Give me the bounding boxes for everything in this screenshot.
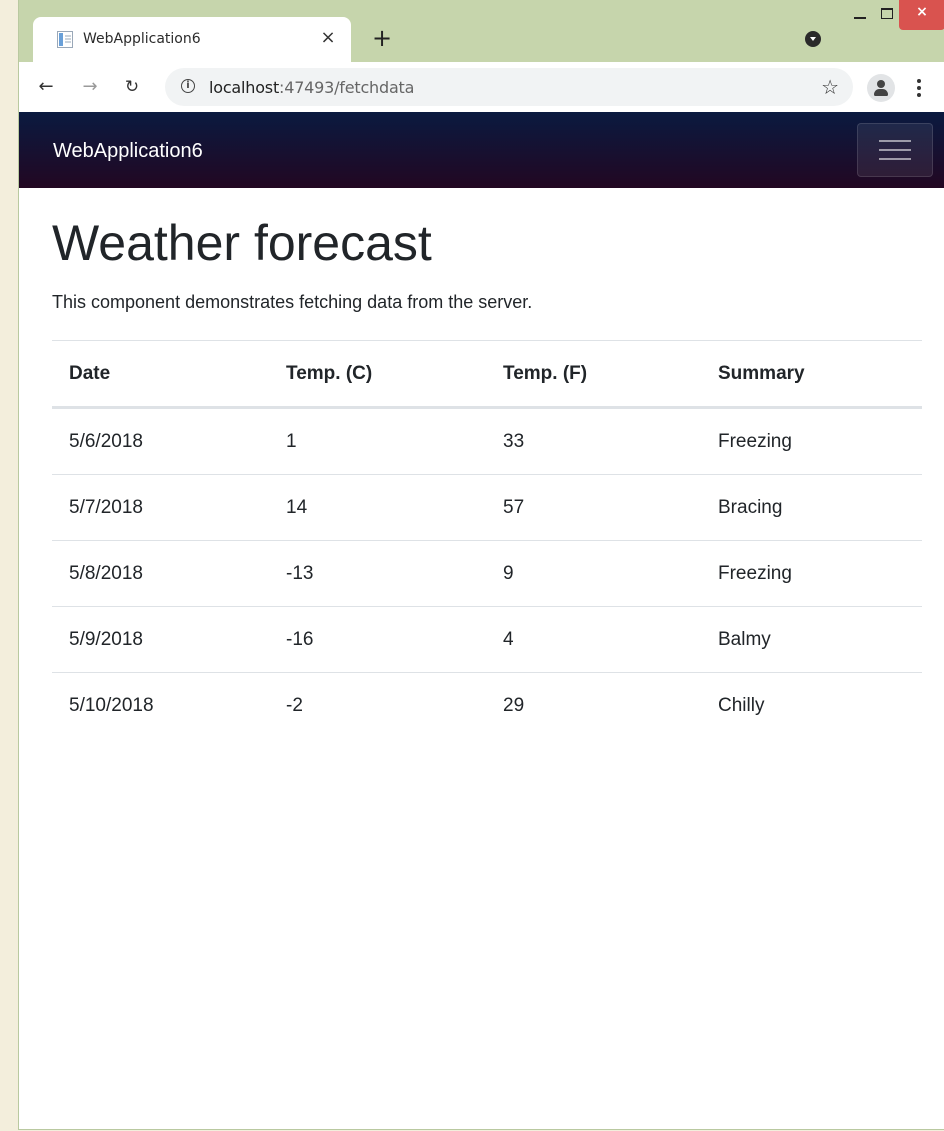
url-text[interactable]: localhost:47493/fetchdata [209,78,414,97]
maximize-button[interactable] [873,0,901,30]
window-close-button[interactable]: × [899,0,944,30]
arrow-left-icon[interactable]: ← [35,76,57,98]
cell-temp-c: 14 [269,474,486,541]
cell-temp-f: 33 [486,407,701,475]
cell-temp-f: 9 [486,540,701,607]
column-header-temp-f: Temp. (F) [486,340,701,409]
table-row: 5/10/2018 -2 29 Chilly [52,673,922,739]
account-icon[interactable] [867,74,895,102]
column-header-summary: Summary [701,340,922,409]
close-icon: × [916,4,928,20]
cell-temp-f: 57 [486,474,701,541]
forecast-table: Date Temp. (C) Temp. (F) Summary 5/6/201… [52,340,922,738]
address-bar[interactable]: i localhost:47493/fetchdata ☆ [165,68,853,106]
url-host: localhost [209,78,280,97]
url-path: :47493/fetchdata [279,78,415,97]
cell-temp-f: 29 [503,694,525,716]
table-row: 5/9/2018 -16 4 Balmy [52,606,922,673]
cell-summary: Chilly [718,694,765,716]
reload-icon[interactable]: ↻ [121,76,143,98]
cell-summary: Bracing [701,474,922,541]
cell-summary: Freezing [701,407,922,475]
tab-close-icon[interactable]: × [317,27,339,49]
browser-toolbar: ← → ↻ i localhost:47493/fetchdata ☆ [19,62,944,112]
cell-summary: Freezing [701,540,922,607]
cell-summary: Balmy [701,606,922,673]
cell-temp-c: 1 [269,407,486,475]
new-tab-button[interactable]: + [369,26,395,52]
cell-date: 5/7/2018 [52,474,269,541]
table-row: 5/7/2018 14 57 Bracing [52,474,922,541]
cell-temp-c: -13 [269,540,486,607]
column-header-temp-c: Temp. (C) [269,340,486,409]
minimize-button[interactable] [847,0,875,30]
app-navbar: WebApplication6 [19,112,944,188]
table-row: 5/8/2018 -13 9 Freezing [52,540,922,607]
cell-temp-c: -2 [286,694,303,716]
cell-date: 5/9/2018 [52,606,269,673]
navbar-toggle-button[interactable] [857,123,933,177]
cell-date: 5/6/2018 [52,407,269,475]
tab-search-icon[interactable] [805,31,821,47]
tab-strip: WebApplication6 × + × [19,0,944,62]
page-title: Weather forecast [52,215,432,271]
browser-window: WebApplication6 × + × ← → ↻ i localhost:… [18,0,944,1130]
page-icon [57,31,73,48]
star-icon[interactable]: ☆ [821,75,839,99]
cell-temp-c: -16 [269,606,486,673]
kebab-menu-icon[interactable] [916,77,922,99]
table-row: 5/6/2018 1 33 Freezing [52,407,922,475]
arrow-right-icon[interactable]: → [79,76,101,98]
cell-date: 5/10/2018 [69,694,154,716]
table-header-row: Date Temp. (C) Temp. (F) Summary [52,340,922,409]
cell-date: 5/8/2018 [52,540,269,607]
column-header-date: Date [52,340,269,409]
info-icon[interactable]: i [181,79,195,93]
tab-title: WebApplication6 [83,31,201,47]
browser-tab[interactable]: WebApplication6 × [33,17,351,62]
cell-temp-f: 4 [486,606,701,673]
navbar-brand[interactable]: WebApplication6 [53,140,203,163]
page-description: This component demonstrates fetching dat… [52,292,533,312]
